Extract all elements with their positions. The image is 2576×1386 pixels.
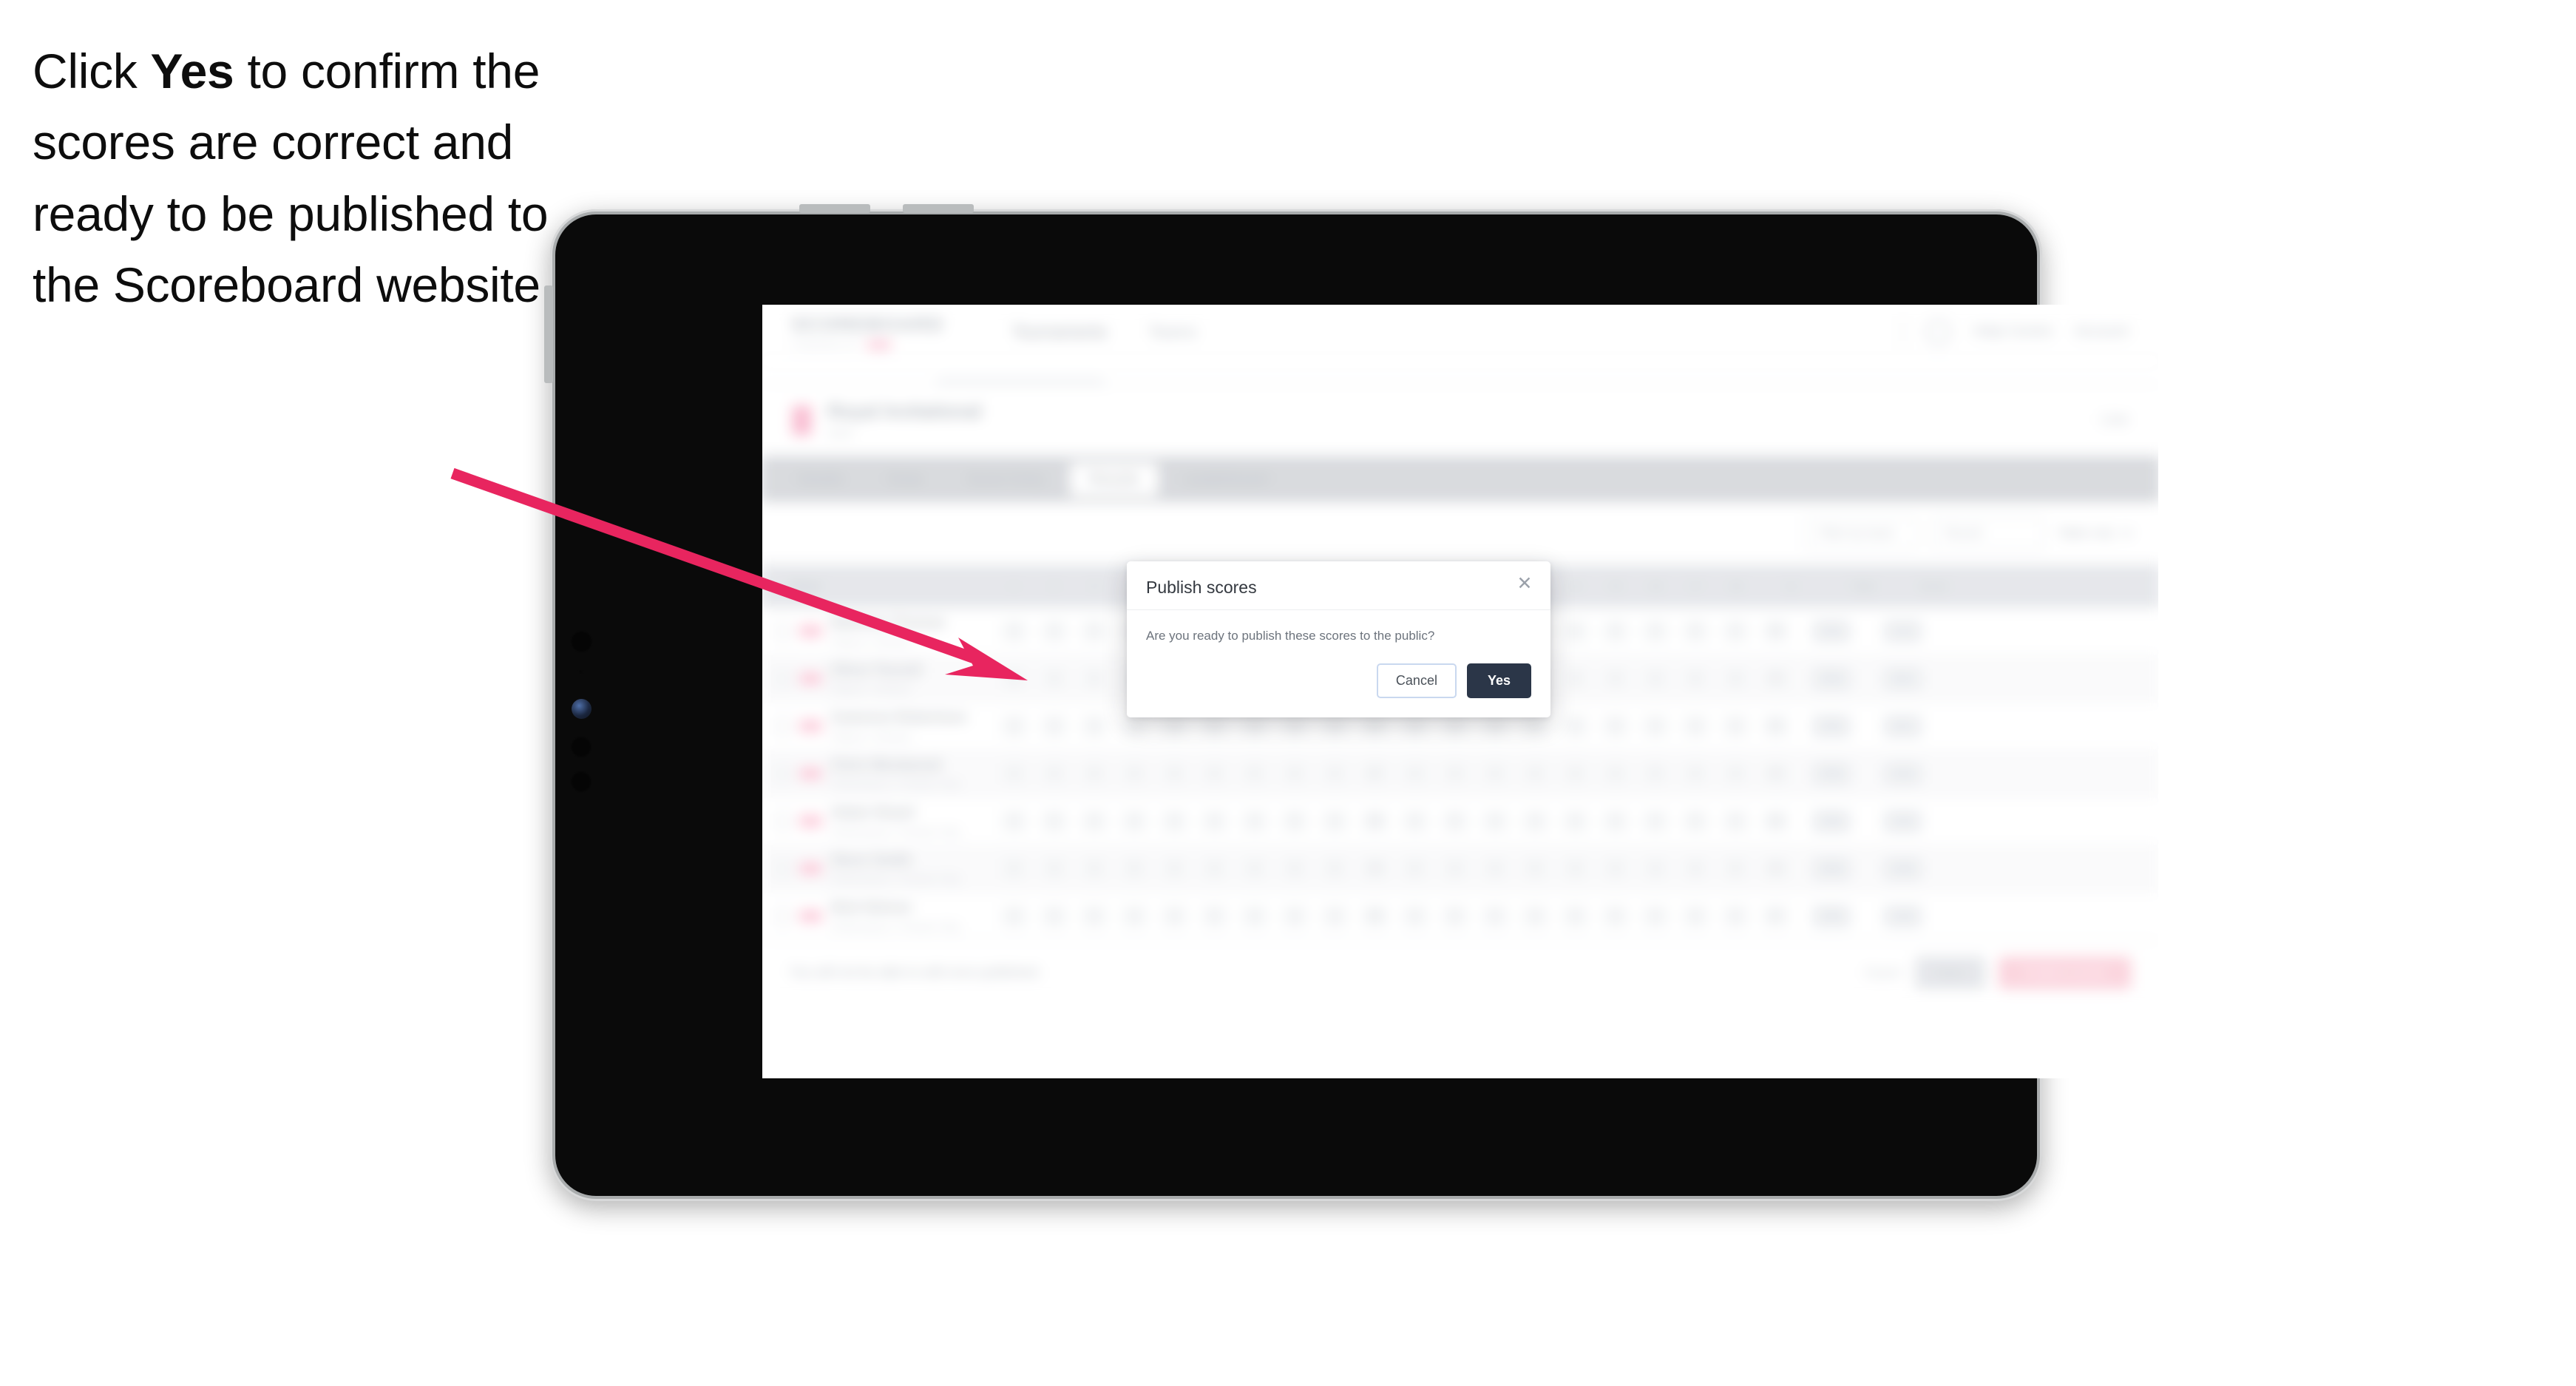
speaker-hole-icon [570, 630, 593, 653]
dialog-body-text: Are you ready to publish these scores to… [1146, 629, 1435, 643]
dialog-header: Publish scores ✕ [1127, 561, 1550, 610]
front-camera-icon [572, 699, 592, 719]
modal-overlay: Publish scores ✕ Are you ready to publis… [762, 305, 2158, 1078]
screenshot-root: Click Yes to confirm the scores are corr… [0, 0, 2576, 1386]
close-icon[interactable]: ✕ [1515, 575, 1534, 594]
yes-button[interactable]: Yes [1466, 663, 1531, 699]
publish-scores-dialog: Publish scores ✕ Are you ready to publis… [1127, 561, 1550, 718]
dialog-footer: Cancel Yes [1127, 650, 1550, 718]
caption-lead: Click [33, 44, 151, 98]
ambient-sensor-icon [570, 771, 592, 793]
dialog-title: Publish scores [1146, 578, 1257, 597]
microphone-icon [570, 736, 592, 758]
side-button[interactable] [544, 285, 553, 383]
volume-button[interactable] [903, 204, 974, 213]
instruction-caption: Click Yes to confirm the scores are corr… [33, 36, 594, 320]
tablet-device: SCOREBOARD POWERED BY Tournaments Teams [544, 204, 2158, 1201]
cancel-button[interactable]: Cancel [1376, 663, 1457, 699]
sensor-dot-icon [577, 669, 584, 675]
tablet-screen: SCOREBOARD POWERED BY Tournaments Teams [762, 305, 2158, 1078]
caption-emphasis: Yes [150, 44, 234, 98]
power-button[interactable] [799, 204, 870, 213]
